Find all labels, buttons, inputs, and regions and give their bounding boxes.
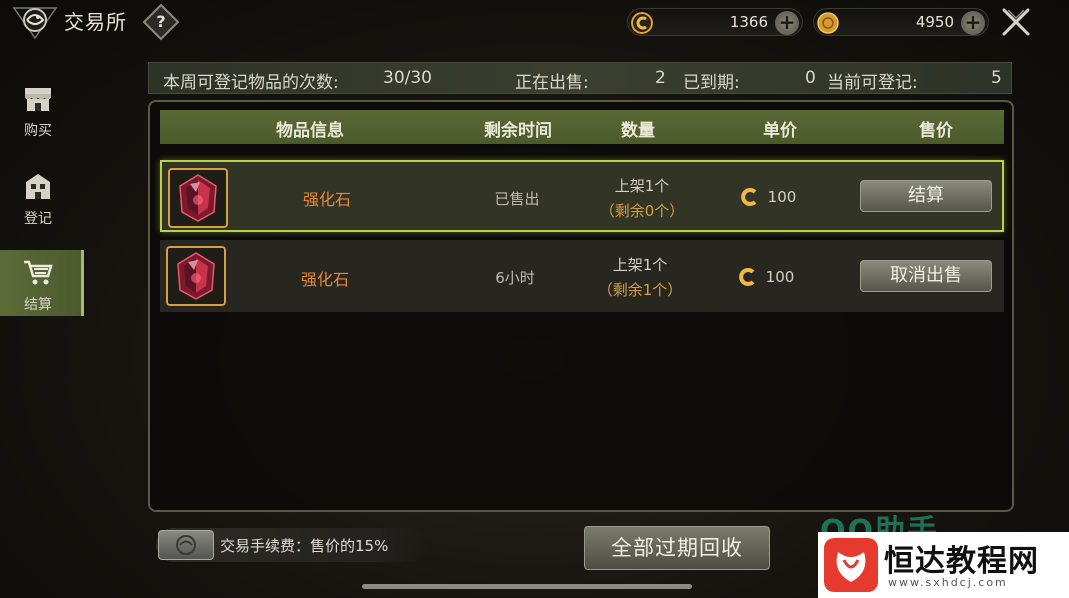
transaction-fee-info: 交易手续费：售价的15% [156,528,428,562]
listing-stats-bar: 本周可登记物品的次数: 30/30 正在出售: 2 已到期: 0 当前可登记: … [148,62,1012,94]
item-name: 强化石 [300,270,349,289]
weekly-listings-value: 30/30 [383,68,432,88]
add-gold-button[interactable]: + [961,11,985,35]
column-header-time: 剩余时间 [484,121,552,141]
nav-item-label: 购买 [24,123,52,139]
add-coupon-button[interactable]: + [775,11,799,35]
watermark-logo-icon [824,538,878,592]
help-button[interactable]: ? [142,3,180,41]
table-row[interactable]: 强化石 已售出 上架1个 （剩余0个） 100 结算 [160,160,1004,232]
fee-emblem-icon [158,530,214,560]
cancel-sale-button[interactable]: 取消出售 [860,260,992,292]
top-bar: 交易所 ? 1366 + 4950 + [0,0,1069,44]
unit-price: 100 [765,268,795,286]
time-remaining: 已售出 [494,190,540,208]
coupon-coin-icon [739,268,755,286]
table-header: 物品信息 剩余时间 数量 单价 售价 [160,110,1004,144]
item-slot[interactable] [168,168,228,228]
nav-item-label: 结算 [24,297,52,313]
on-sale-value: 2 [655,68,666,88]
coupon-coin-icon [741,188,757,206]
available-slots-value: 5 [991,68,1002,88]
expired-label: 已到期: [683,73,740,93]
shop-icon [25,88,51,111]
available-slots-label: 当前可登记: [827,73,918,93]
dragon-logo-icon [12,7,58,40]
gold-amount: 4950 [915,13,954,31]
coupon-balance: 1366 + [627,8,803,36]
nav-item-register[interactable]: 登记 [0,164,84,230]
gold-coin-icon [817,12,839,34]
quantity-remaining: （剩余0个） [599,202,685,220]
help-icon: ? [156,12,166,31]
nav-item-settle[interactable]: 结算 [0,250,84,316]
home-indicator[interactable] [362,584,692,589]
column-header-unit-price: 单价 [763,121,797,141]
nav-item-label: 登记 [24,211,52,227]
watermark-banner: 恒达教程网 www.sxhdcj.com [818,532,1069,598]
quantity-listed: 上架1个 [614,177,670,195]
item-name: 强化石 [302,190,351,209]
building-icon [26,174,50,199]
column-header-sale-price: 售价 [919,121,953,141]
enhancement-stone-icon [177,252,215,300]
gold-balance: 4950 + [813,8,989,36]
coupon-amount: 1366 [729,13,768,31]
column-header-item: 物品信息 [276,121,344,141]
weekly-listings-label: 本周可登记物品的次数: [163,73,339,93]
cart-icon [24,260,53,285]
fee-text: 交易手续费：售价的15% [220,537,389,555]
item-slot[interactable] [166,246,226,306]
nav-item-buy[interactable]: 购买 [0,76,84,142]
close-icon[interactable] [1000,6,1032,38]
expired-value: 0 [805,68,816,88]
settle-button[interactable]: 结算 [860,180,992,212]
table-row[interactable]: 强化石 6小时 上架1个 （剩余1个） 100 取消出售 [160,240,1004,312]
coupon-coin-icon [631,12,653,34]
time-remaining: 6小时 [495,269,535,287]
page-title: 交易所 [64,10,127,34]
watermark-title: 恒达教程网 [884,544,1039,579]
recycle-expired-button[interactable]: 全部过期回收 [584,526,770,570]
unit-price: 100 [767,188,797,206]
listings-panel: 物品信息 剩余时间 数量 单价 售价 强化石 已售出 上架1个 （剩余0个） 1… [148,100,1014,512]
on-sale-label: 正在出售: [515,73,589,93]
quantity-remaining: （剩余1个） [597,281,683,299]
watermark-url: www.sxhdcj.com [888,576,1008,589]
enhancement-stone-icon [179,174,217,222]
quantity-listed: 上架1个 [612,256,668,274]
column-header-quantity: 数量 [621,121,655,141]
